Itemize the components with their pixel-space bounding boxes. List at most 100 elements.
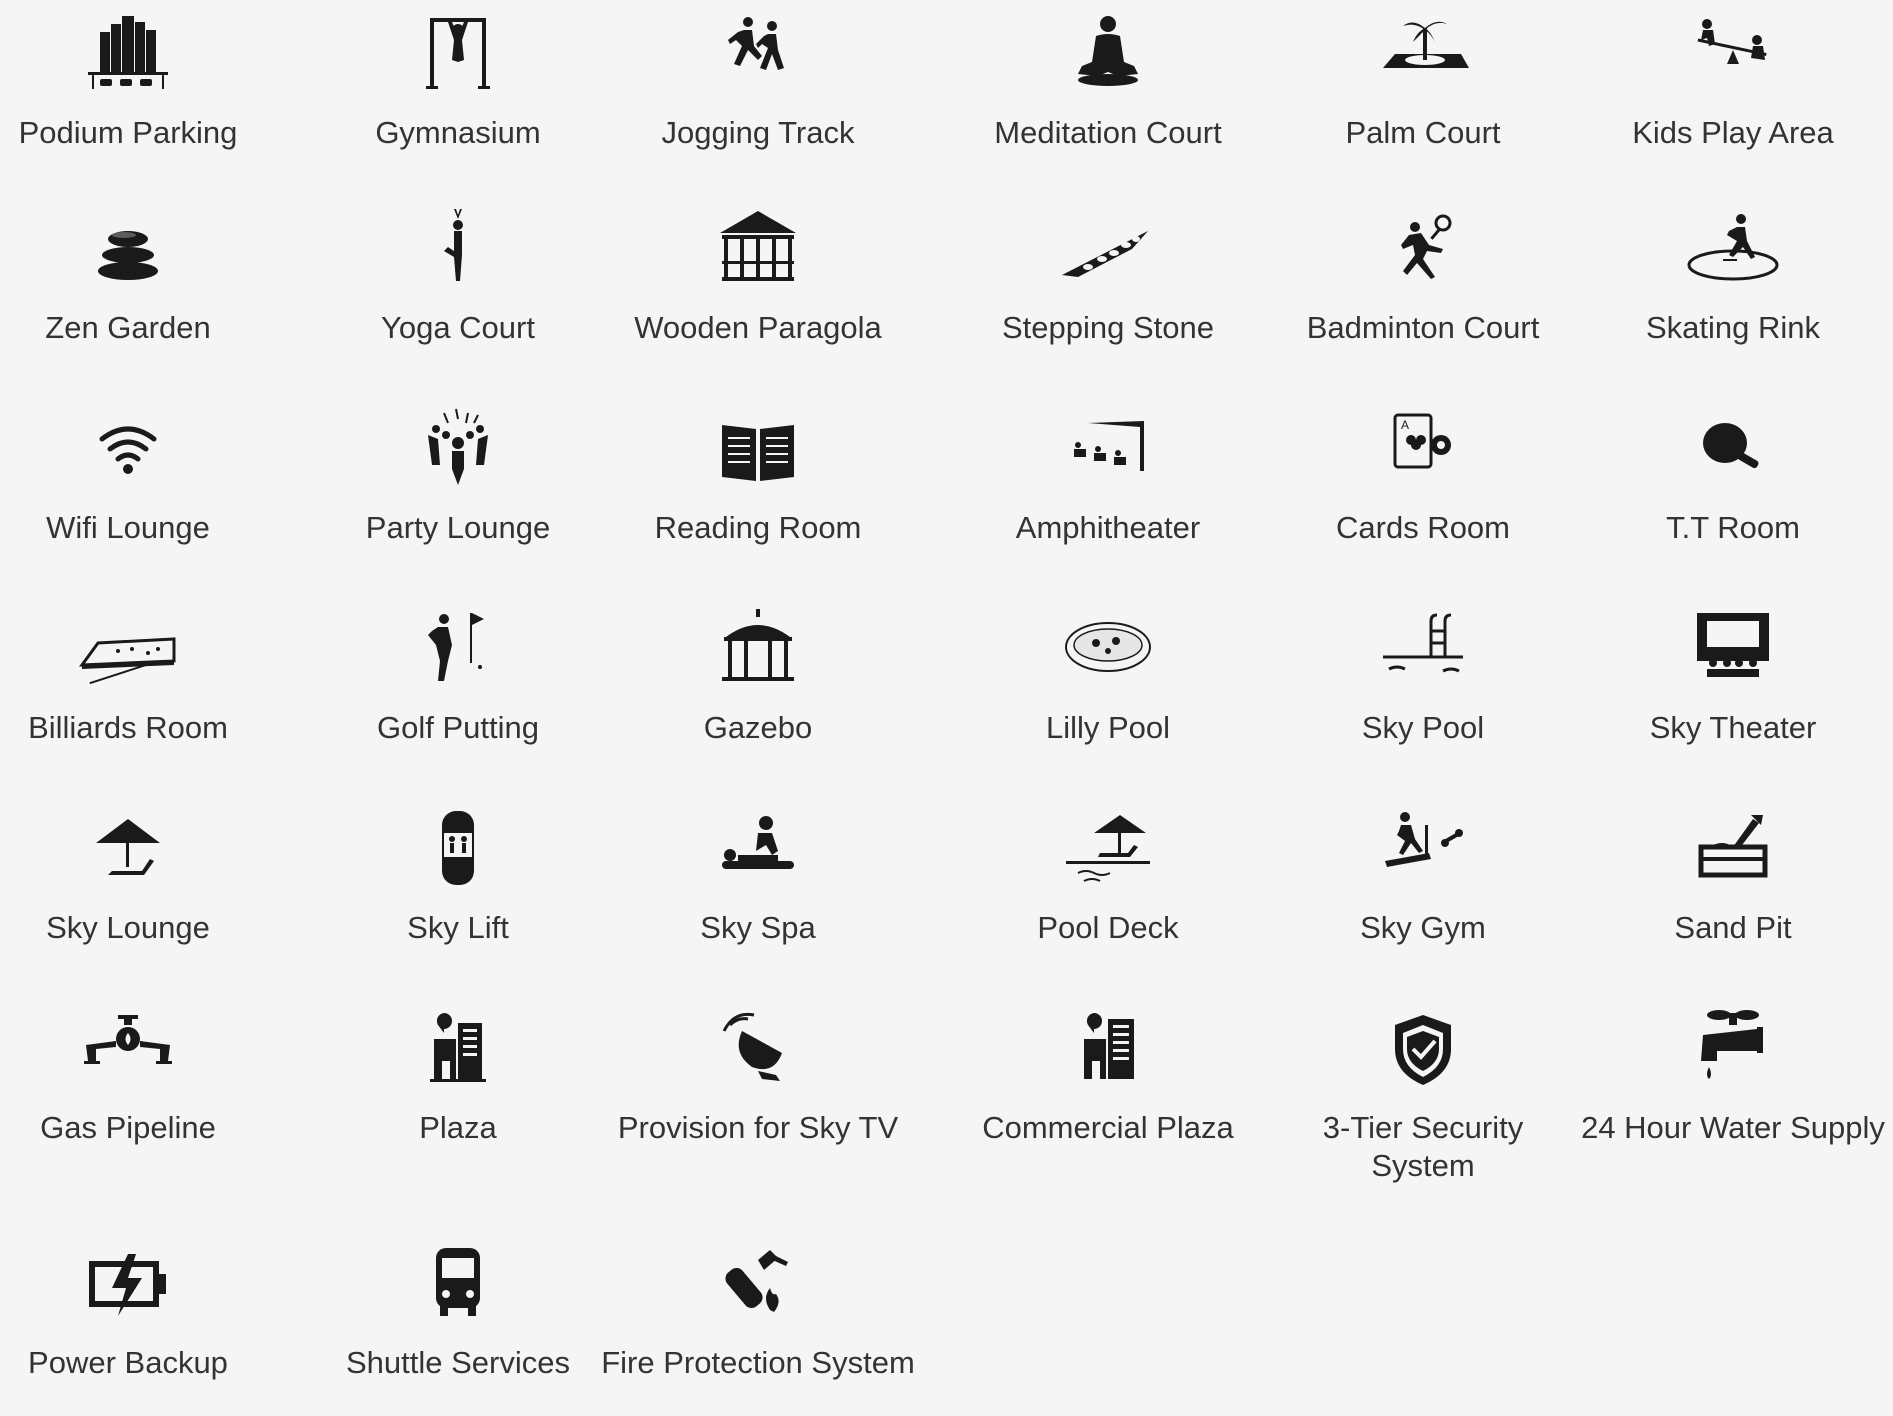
zen-stones-icon <box>78 205 178 295</box>
battery-charging-icon <box>78 1240 178 1330</box>
amenity-card: 24 Hour Water Supply <box>1575 1005 1891 1147</box>
amenity-card: Skating Rink <box>1575 205 1891 347</box>
amenity-card: Yoga Court <box>300 205 616 347</box>
amphitheater-icon <box>1058 405 1158 495</box>
amenity-label: Fire Protection System <box>601 1345 915 1380</box>
amenity-label: Pool Deck <box>1037 910 1179 945</box>
sand-pit-icon <box>1683 805 1783 895</box>
amenity-label: Gymnasium <box>375 115 541 150</box>
amenity-label: Sky Lounge <box>46 910 210 945</box>
amenity-label: Gazebo <box>703 710 813 745</box>
amenity-card: Gas Pipeline <box>0 1005 286 1147</box>
amenity-card: Amphitheater <box>950 405 1266 547</box>
amenity-card: Sky Lounge <box>0 805 286 947</box>
amenity-label: Stepping Stone <box>1001 310 1214 345</box>
massage-icon <box>708 805 808 895</box>
amenity-card: T.T Room <box>1575 405 1891 547</box>
amenity-label: 3-Tier Security System <box>1322 1110 1524 1183</box>
amenity-label: Golf Putting <box>377 710 539 745</box>
jogging-track-icon <box>708 10 808 100</box>
party-icon <box>408 405 508 495</box>
lily-pool-icon <box>1058 605 1158 695</box>
amenity-label: Jogging Track <box>661 115 855 150</box>
amenity-card: Fire Protection System <box>600 1240 916 1382</box>
pool-deck-icon <box>1058 805 1158 895</box>
amenity-label: Sky Gym <box>1360 910 1486 945</box>
svg-text:A: A <box>1401 418 1409 432</box>
amenity-card: A Cards Room <box>1265 405 1581 547</box>
amenity-card: Party Lounge <box>300 405 616 547</box>
amenity-label: 24 Hour Water Supply <box>1581 1110 1885 1145</box>
lounge-umbrella-icon <box>78 805 178 895</box>
amenity-label: Yoga Court <box>381 310 535 345</box>
billiards-table-icon <box>78 605 178 695</box>
amenity-label: Reading Room <box>654 510 862 545</box>
fire-extinguisher-icon <box>708 1240 808 1330</box>
playing-card-icon: A <box>1373 405 1473 495</box>
amenity-card: Power Backup <box>0 1240 286 1382</box>
amenity-card: Gymnasium <box>300 10 616 152</box>
amenity-label: Sky Pool <box>1361 710 1485 745</box>
amenity-card: Podium Parking <box>0 10 286 152</box>
amenity-label: Sand Pit <box>1674 910 1792 945</box>
podium-parking-icon <box>78 10 178 100</box>
amenity-card: Palm Court <box>1265 10 1581 152</box>
amenity-label: Kids Play Area <box>1632 115 1834 150</box>
amenity-card: Stepping Stone <box>950 205 1266 347</box>
gymnasium-icon <box>408 10 508 100</box>
meditation-icon <box>1058 10 1158 100</box>
amenity-label: Power Backup <box>28 1345 228 1380</box>
amenity-card: Sky Lift <box>300 805 616 947</box>
amenity-label: Meditation Court <box>994 115 1222 150</box>
palm-court-icon <box>1373 10 1473 100</box>
amenity-label: Badminton Court <box>1306 310 1540 345</box>
amenity-label: Billiards Room <box>28 710 228 745</box>
amenity-label: Sky Spa <box>700 910 816 945</box>
amenity-label: Amphitheater <box>1015 510 1201 545</box>
amenity-label: T.T Room <box>1666 510 1800 545</box>
amenity-card: Jogging Track <box>600 10 916 152</box>
wifi-icon <box>78 405 178 495</box>
amenity-label: Sky Lift <box>407 910 509 945</box>
yoga-icon <box>408 205 508 295</box>
badminton-icon <box>1373 205 1473 295</box>
amenity-card: Sky Pool <box>1265 605 1581 747</box>
amenity-card: Zen Garden <box>0 205 286 347</box>
amenity-label: Gas Pipeline <box>40 1110 216 1145</box>
amenity-label: Lilly Pool <box>1045 710 1171 745</box>
amenity-label: Podium Parking <box>18 115 238 150</box>
amenity-card: Sky Theater <box>1575 605 1891 747</box>
water-tap-icon <box>1683 1005 1783 1095</box>
amenity-card: Kids Play Area <box>1575 10 1891 152</box>
bus-icon <box>408 1240 508 1330</box>
skating-icon <box>1683 205 1783 295</box>
treadmill-icon <box>1373 805 1473 895</box>
pergola-icon <box>708 205 808 295</box>
theater-icon <box>1683 605 1783 695</box>
amenity-card: 3-Tier Security System <box>1265 1005 1581 1185</box>
amenity-label: Commercial Plaza <box>982 1110 1234 1145</box>
amenity-card: Pool Deck <box>950 805 1266 947</box>
amenity-card: Wooden Paragola <box>600 205 916 347</box>
amenity-card: Golf Putting <box>300 605 616 747</box>
amenities-grid: Podium Parking Gymnasium Jogging Track Medi… <box>0 0 1893 1416</box>
amenity-label: Sky Theater <box>1649 710 1817 745</box>
amenity-label: Cards Room <box>1336 510 1510 545</box>
amenity-label: Provision for Sky TV <box>617 1110 899 1145</box>
amenity-card: Sky Spa <box>600 805 916 947</box>
amenity-label: Shuttle Services <box>346 1345 570 1380</box>
swimming-pool-icon <box>1373 605 1473 695</box>
amenity-label: Wifi Lounge <box>46 510 210 545</box>
kids-play-icon <box>1683 10 1783 100</box>
amenity-card: Commercial Plaza <box>950 1005 1266 1147</box>
amenity-card: Wifi Lounge <box>0 405 286 547</box>
security-shield-icon <box>1373 1005 1473 1095</box>
amenity-label: Plaza <box>419 1110 497 1145</box>
golf-icon <box>408 605 508 695</box>
amenity-card: Shuttle Services <box>300 1240 616 1382</box>
amenity-label: Wooden Paragola <box>634 310 882 345</box>
amenity-card: Lilly Pool <box>950 605 1266 747</box>
amenity-label: Zen Garden <box>45 310 211 345</box>
amenity-card: Plaza <box>300 1005 616 1147</box>
amenity-card: Badminton Court <box>1265 205 1581 347</box>
